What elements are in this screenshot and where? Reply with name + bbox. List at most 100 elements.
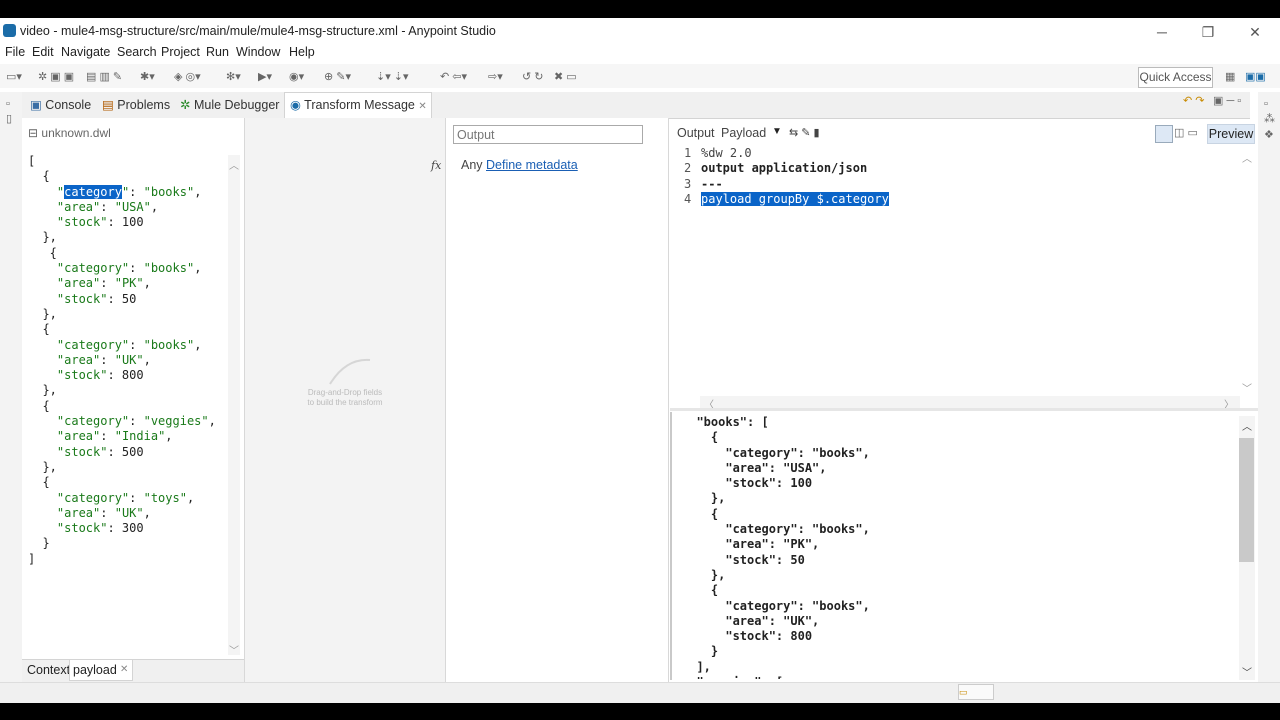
preview-scroll-thumb[interactable] (1239, 438, 1254, 562)
menu-window[interactable]: Window (236, 45, 280, 59)
script-vscroll[interactable] (1240, 146, 1254, 396)
edit-target-icon[interactable]: ⇆ ✎ ▮ (789, 126, 820, 139)
menu-navigate[interactable]: Navigate (61, 45, 110, 59)
restore-right-icon[interactable]: ▫ (1264, 98, 1268, 110)
input-code-line: }, (28, 383, 57, 398)
preview-line: "area": "PK", (682, 537, 820, 552)
output-label: Output (677, 126, 715, 140)
tab-console[interactable]: ▣ Console (30, 97, 91, 112)
preview-line: "stock": 100 (682, 476, 813, 491)
input-code-line: "area": "India", (56, 429, 173, 444)
menu-file[interactable]: File (5, 45, 25, 59)
menu-project[interactable]: Project (161, 45, 200, 59)
mule-perspective-icon[interactable]: ▣▣ (1245, 70, 1266, 83)
input-code-line: { (28, 398, 50, 413)
script-text: output application/json (701, 161, 868, 176)
restore-button[interactable]: ❐ (1185, 20, 1231, 44)
payload-tab[interactable]: payload (73, 663, 117, 677)
preview-line: } (682, 644, 719, 659)
close-tab-icon[interactable]: ✕ (418, 101, 426, 112)
problems-icon: ▤ (102, 98, 114, 112)
menu-search[interactable]: Search (117, 45, 157, 59)
preview-scroll-down-icon[interactable]: ﹀ (1242, 664, 1252, 679)
fx-icon[interactable]: fx (431, 159, 441, 172)
input-code-line: }, (28, 459, 57, 474)
minimize-button[interactable]: ─ (1139, 20, 1185, 44)
annotation-icon[interactable]: ⇣▾ ⇣▾ (376, 70, 409, 83)
scroll-up-icon[interactable]: ︿ (229, 157, 239, 172)
input-file: ⊟ unknown.dwl (28, 126, 111, 140)
drag-drop-icon (329, 358, 371, 385)
progress-icon[interactable]: ▭ (958, 684, 994, 700)
undo-transform-icon[interactable]: ↶ ↷ (1183, 94, 1205, 107)
status-bar (0, 682, 1280, 703)
payload-dropdown-icon[interactable]: ▼ (772, 126, 782, 137)
tab-mule-debugger[interactable]: ✲ Mule Debugger (180, 97, 279, 112)
input-code-line: }, (28, 306, 57, 321)
preview-line: }, (682, 491, 726, 506)
line-number: 4 (684, 191, 692, 206)
script-line: 1 %dw 2.0 (684, 146, 889, 161)
script-text: payload groupBy $.category (701, 191, 889, 206)
input-code-line: { (28, 475, 50, 490)
preview-line: "stock": 800 (682, 629, 813, 644)
line-number: 3 (684, 176, 692, 191)
script-hscroll[interactable] (700, 396, 1240, 408)
tab-problems[interactable]: ▤ Problems (102, 97, 170, 112)
package-explorer-icon[interactable]: ▯ (6, 112, 12, 125)
preview-scroll-up-icon[interactable]: ︿ (1242, 418, 1252, 433)
input-code-line: "category": "books", (56, 261, 202, 276)
close-payload-icon[interactable]: ✕ (120, 664, 128, 675)
layout-icons[interactable]: ◫ ▭ (1174, 126, 1198, 139)
stop-icon[interactable]: ✖ ▭ (554, 70, 577, 83)
input-code-line: "area": "UK", (56, 505, 151, 520)
menu-edit[interactable]: Edit (32, 45, 54, 59)
close-button[interactable]: ✕ (1232, 20, 1278, 44)
script-line: 3 --- (684, 177, 889, 192)
save-icon[interactable]: ✲ ▣ ▣ (38, 70, 74, 83)
input-code-line: [ (28, 154, 36, 168)
preview-line: "area": "UK", (682, 613, 820, 628)
debug-icon[interactable]: ✱▾ (140, 70, 155, 83)
print-icon[interactable]: ▤ ▥ ✎ (86, 70, 122, 83)
forward-icon[interactable]: ⇨▾ (488, 70, 503, 83)
dwl-file-icon: ⊟ (28, 126, 39, 140)
define-metadata-link[interactable]: Define metadata (486, 158, 578, 172)
split-view-icon[interactable] (1155, 125, 1173, 143)
scroll-down-icon[interactable]: ﹀ (229, 642, 239, 657)
preview-line: { (682, 583, 719, 598)
open-type-icon[interactable]: ⊕ ✎▾ (324, 70, 351, 83)
properties-icon[interactable]: ❖ (1264, 128, 1274, 141)
back-icon[interactable]: ↶ ⇦▾ (440, 70, 467, 83)
input-code-editor[interactable]: [ { "category": "books", "area": "USA", … (28, 154, 216, 567)
run-icon[interactable]: ▶▾ (258, 70, 272, 83)
quick-access-input[interactable]: Quick Access (1138, 67, 1213, 88)
perspective-icon[interactable]: ▦ (1225, 70, 1235, 83)
new-icon[interactable]: ▭▾ (6, 70, 22, 83)
menu-run[interactable]: Run (206, 45, 229, 59)
anypoint-app-icon (3, 24, 16, 37)
tab-console-label: Console (45, 98, 92, 112)
external-tools-icon[interactable]: ◉▾ (289, 70, 304, 83)
input-code-line: "stock": 800 (56, 368, 144, 383)
script-scroll-up-icon[interactable]: ︿ (1242, 150, 1252, 165)
palette-icon[interactable]: ⁂ (1264, 112, 1275, 125)
pane-divider-3[interactable] (668, 118, 669, 682)
tab-transform-message[interactable]: ◉ Transform Message ✕ (290, 97, 427, 112)
input-scrollbar[interactable] (228, 155, 240, 655)
restore-view-icon[interactable]: ▫ (6, 98, 10, 110)
history-icon[interactable]: ↺ ↻ (522, 70, 544, 83)
script-code[interactable]: 1 %dw 2.0 2 output application/json 3 --- 4 pay… (684, 146, 889, 207)
preview-line: "stock": 50 (682, 552, 805, 567)
script-scroll-down-icon[interactable]: ﹀ (1242, 380, 1252, 395)
context-tab[interactable]: Context (27, 663, 70, 677)
editor-splitter[interactable] (670, 408, 1258, 411)
menu-help[interactable]: Help (289, 45, 315, 59)
bug-icon[interactable]: ✻▾ (226, 70, 241, 83)
payload-target[interactable]: Payload (721, 126, 766, 140)
minimize-view-icon[interactable]: ▣ ─ ▫ (1213, 94, 1241, 107)
output-search-input[interactable]: Output (453, 125, 643, 144)
deploy-icon[interactable]: ◈ ◎▾ (174, 70, 201, 83)
input-code-line: "stock": 100 (56, 215, 144, 230)
preview-button[interactable]: Preview (1207, 124, 1255, 144)
